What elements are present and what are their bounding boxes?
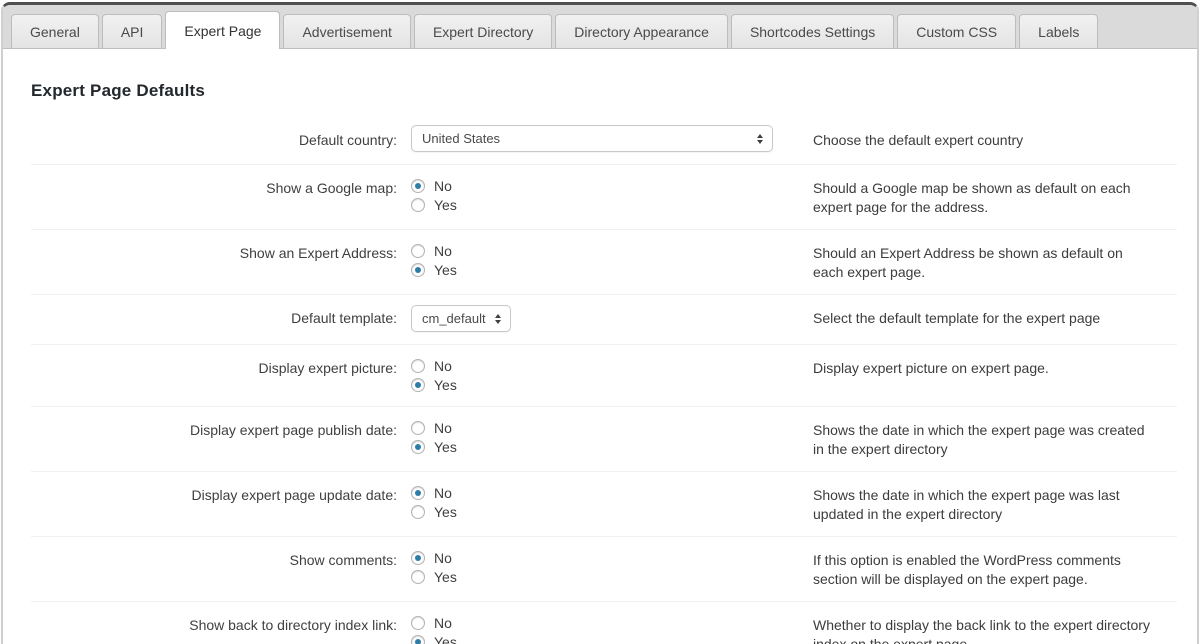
help-text: Whether to display the back link to the …: [813, 613, 1153, 644]
radio-group: No Yes: [411, 418, 813, 456]
page-title: Expert Page Defaults: [31, 81, 1177, 101]
radio-label: No: [434, 358, 452, 374]
help-text: Select the default template for the expe…: [813, 306, 1153, 328]
radio-group: No Yes: [411, 241, 813, 279]
radio-group: No Yes: [411, 176, 813, 214]
radio-button[interactable]: [411, 179, 425, 193]
radio-label: Yes: [434, 439, 457, 455]
tab-expert-directory[interactable]: Expert Directory: [414, 14, 552, 48]
radio-label: Yes: [434, 634, 457, 644]
radio-label: Yes: [434, 197, 457, 213]
radio-label: Yes: [434, 504, 457, 520]
radio-button[interactable]: [411, 378, 425, 392]
radio-button[interactable]: [411, 505, 425, 519]
radio-button[interactable]: [411, 440, 425, 454]
settings-row-expert-address: Show an Expert Address: No Yes Should an…: [31, 230, 1177, 295]
radio-option-no[interactable]: No: [411, 548, 452, 567]
field-label: Display expert page update date:: [31, 483, 411, 505]
settings-row-default-template: Default template: cm_default Select the …: [31, 295, 1177, 345]
radio-label: No: [434, 485, 452, 501]
radio-button[interactable]: [411, 263, 425, 277]
radio-option-no[interactable]: No: [411, 241, 452, 260]
radio-option-yes[interactable]: Yes: [411, 195, 457, 214]
radio-button[interactable]: [411, 359, 425, 373]
radio-option-yes[interactable]: Yes: [411, 260, 457, 279]
help-text: Should an Expert Address be shown as def…: [813, 241, 1153, 282]
tab-custom-css[interactable]: Custom CSS: [897, 14, 1016, 48]
field-label: Display expert page publish date:: [31, 418, 411, 440]
radio-option-no[interactable]: No: [411, 418, 452, 437]
help-text: Shows the date in which the expert page …: [813, 483, 1153, 524]
radio-label: No: [434, 178, 452, 194]
radio-button[interactable]: [411, 198, 425, 212]
field-label: Default country:: [31, 128, 411, 150]
radio-button[interactable]: [411, 421, 425, 435]
settings-row-publish-date: Display expert page publish date: No Yes…: [31, 407, 1177, 472]
radio-group: No Yes: [411, 356, 813, 394]
radio-group: No Yes: [411, 613, 813, 644]
settings-row-show-comments: Show comments: No Yes If this option is …: [31, 537, 1177, 602]
help-text: Should a Google map be shown as default …: [813, 176, 1153, 217]
radio-option-no[interactable]: No: [411, 356, 452, 375]
tab-directory-appearance[interactable]: Directory Appearance: [555, 14, 728, 48]
radio-button[interactable]: [411, 244, 425, 258]
radio-label: No: [434, 550, 452, 566]
radio-option-yes[interactable]: Yes: [411, 632, 457, 644]
field-label: Show an Expert Address:: [31, 241, 411, 263]
help-text: Display expert picture on expert page.: [813, 356, 1153, 378]
radio-button[interactable]: [411, 570, 425, 584]
radio-group: No Yes: [411, 483, 813, 521]
settings-row-google-map: Show a Google map: No Yes Should a Googl…: [31, 165, 1177, 230]
radio-button[interactable]: [411, 486, 425, 500]
radio-button[interactable]: [411, 635, 425, 644]
settings-row-default-country: Default country: United States Choose th…: [31, 115, 1177, 165]
field-label: Display expert picture:: [31, 356, 411, 378]
radio-option-yes[interactable]: Yes: [411, 437, 457, 456]
tab-expert-page[interactable]: Expert Page: [165, 11, 280, 49]
tab-labels[interactable]: Labels: [1019, 14, 1098, 48]
field-label: Show back to directory index link:: [31, 613, 411, 635]
tab-advertisement[interactable]: Advertisement: [283, 14, 410, 48]
radio-label: Yes: [434, 262, 457, 278]
tab-api[interactable]: API: [102, 14, 163, 48]
radio-button[interactable]: [411, 616, 425, 630]
radio-option-yes[interactable]: Yes: [411, 567, 457, 586]
radio-label: No: [434, 420, 452, 436]
radio-option-no[interactable]: No: [411, 483, 452, 502]
select-stepper-icon: [757, 134, 763, 144]
tab-general[interactable]: General: [11, 14, 99, 48]
help-text: Choose the default expert country: [813, 128, 1153, 150]
default-template-select[interactable]: cm_default: [411, 305, 511, 332]
field-control: cm_default: [411, 306, 813, 332]
radio-option-no[interactable]: No: [411, 176, 452, 195]
radio-button[interactable]: [411, 551, 425, 565]
settings-panel: General API Expert Page Advertisement Ex…: [1, 2, 1199, 644]
radio-label: No: [434, 243, 452, 259]
settings-row-update-date: Display expert page update date: No Yes …: [31, 472, 1177, 537]
select-stepper-icon: [495, 314, 501, 324]
settings-row-expert-picture: Display expert picture: No Yes Display e…: [31, 345, 1177, 407]
radio-option-yes[interactable]: Yes: [411, 502, 457, 521]
settings-row-back-link: Show back to directory index link: No Ye…: [31, 602, 1177, 644]
radio-label: Yes: [434, 377, 457, 393]
tab-content: Expert Page Defaults Default country: Un…: [3, 49, 1197, 644]
radio-option-no[interactable]: No: [411, 613, 452, 632]
select-value: cm_default: [422, 311, 486, 326]
expert-page-defaults-form: Default country: United States Choose th…: [31, 115, 1177, 644]
default-country-select[interactable]: United States: [411, 125, 773, 152]
field-control: United States: [411, 128, 813, 152]
field-label: Show a Google map:: [31, 176, 411, 198]
field-label: Show comments:: [31, 548, 411, 570]
help-text: Shows the date in which the expert page …: [813, 418, 1153, 459]
select-value: United States: [422, 131, 500, 146]
radio-label: No: [434, 615, 452, 631]
tab-shortcodes-settings[interactable]: Shortcodes Settings: [731, 14, 894, 48]
settings-tabs: General API Expert Page Advertisement Ex…: [3, 5, 1197, 49]
field-label: Default template:: [31, 306, 411, 328]
help-text: If this option is enabled the WordPress …: [813, 548, 1153, 589]
radio-group: No Yes: [411, 548, 813, 586]
radio-option-yes[interactable]: Yes: [411, 375, 457, 394]
radio-label: Yes: [434, 569, 457, 585]
